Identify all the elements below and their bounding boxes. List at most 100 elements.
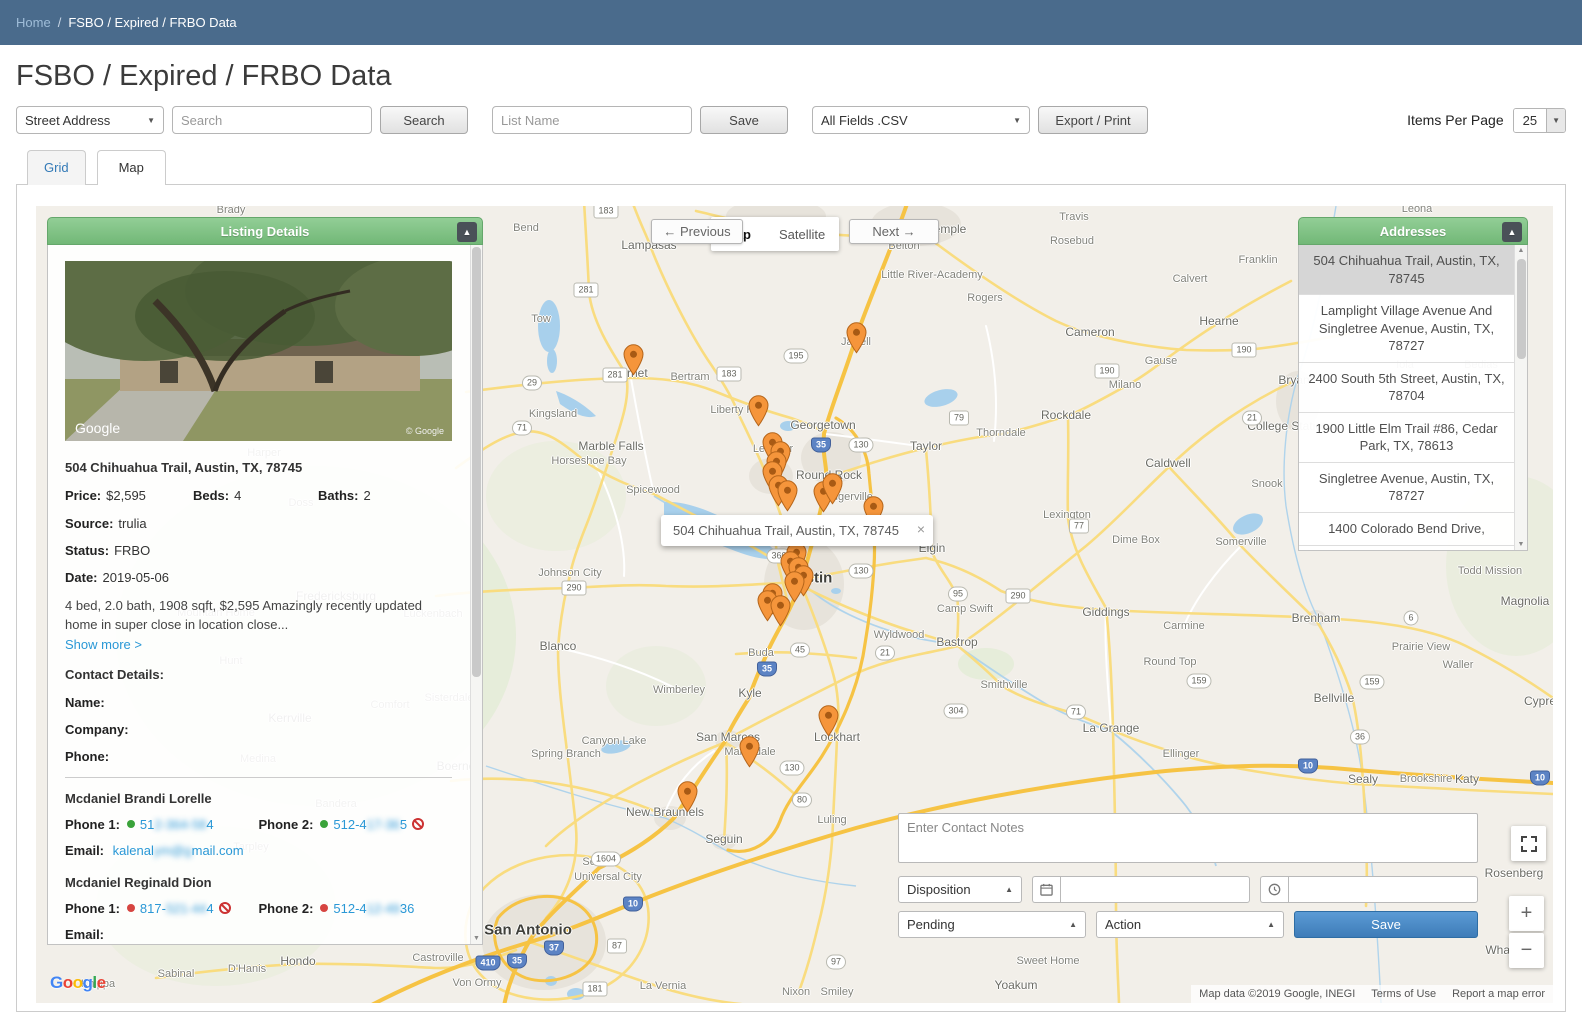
map-info-window-text: 504 Chihuahua Trail, Austin, TX, 78745 [673, 523, 899, 538]
items-per-page-value: 25 [1513, 108, 1547, 132]
addresses-header: Addresses ▲ [1298, 217, 1528, 245]
listing-scrollbar[interactable]: ▼ [470, 245, 482, 944]
listing-details-title: Listing Details [220, 223, 310, 239]
map-canvas[interactable]: Brady Bend Lampasas Temple Belton Travis Roseb… [36, 206, 1553, 1003]
contact-phone-row: Phone 1: 512-364-584 Phone 2: 512-417-36… [65, 817, 452, 832]
disposition-select-value: Disposition [907, 882, 971, 897]
google-logo: Google [50, 973, 106, 992]
export-format-select[interactable]: All Fields .CSV ▼ [812, 106, 1030, 134]
breadcrumb: Home / FSBO / Expired / FRBO Data [0, 0, 1582, 45]
address-list-item[interactable]: 2400 South 5th Street, Austin, TX, 78704 [1299, 363, 1527, 413]
date-input[interactable] [1060, 876, 1250, 903]
clock-icon[interactable] [1260, 876, 1288, 903]
next-page-button[interactable]: Next → [849, 219, 939, 244]
disposition-select[interactable]: Disposition ▲ [898, 876, 1022, 903]
map-panel: Brady Bend Lampasas Temple Belton Travis Roseb… [16, 184, 1566, 1012]
toolbar: Street Address ▼ Search Save All Fields … [16, 106, 1566, 134]
chevron-up-icon: ▲ [1005, 885, 1013, 894]
phone-number[interactable]: 817-521-444 [140, 901, 214, 916]
report-map-error-link[interactable]: Report a map error [1452, 988, 1545, 1000]
contact-name: Mcdaniel Reginald Dion [65, 874, 212, 890]
addresses-list: 504 Chihuahua Trail, Austin, TX, 78745 L… [1298, 245, 1528, 551]
do-not-call-icon [218, 902, 231, 915]
address-list-item[interactable]: 1400 Colorado Bend Drive, [1299, 513, 1527, 546]
search-input[interactable] [172, 106, 372, 134]
breadcrumb-home-link[interactable]: Home [16, 15, 51, 30]
scrollbar-thumb[interactable] [472, 247, 481, 677]
listing-stats-row: Price: $2,595 Beds: 4 Baths: 2 [65, 488, 452, 503]
phone-status-icon [320, 820, 329, 829]
listing-details-panel: Listing Details ▲ Google © Google 504 Ch… [47, 217, 483, 945]
contact-name: Mcdaniel Brandi Lorelle [65, 790, 212, 806]
listing-description: 4 bed, 2.0 bath, 1908 sqft, $2,595 Amazi… [65, 598, 423, 632]
contact-phone-row: Phone 1: 817-521-444 Phone 2: 512-412-49… [65, 901, 452, 916]
map-data-attribution: Map data ©2019 Google, INEGI [1199, 988, 1356, 1000]
scroll-down-icon[interactable]: ▼ [1515, 541, 1527, 548]
phone-status-icon [320, 904, 329, 913]
collapse-panel-icon[interactable]: ▲ [1502, 222, 1522, 242]
action-select[interactable]: Action ▲ [1096, 911, 1284, 938]
address-list-item[interactable]: 1900 Little Elm Trail #86, Cedar Park, T… [1299, 413, 1527, 463]
collapse-panel-icon[interactable]: ▲ [457, 222, 477, 242]
tab-map[interactable]: Map [96, 150, 166, 185]
calendar-icon[interactable] [1032, 876, 1060, 903]
phone-status-icon [126, 820, 135, 829]
phone-status-icon [126, 904, 135, 913]
search-button[interactable]: Search [380, 106, 468, 134]
fullscreen-button[interactable] [1511, 826, 1546, 861]
phone-number[interactable]: 512-412-4936 [333, 901, 414, 916]
addresses-scrollbar[interactable]: ▲ ▼ [1514, 245, 1527, 550]
map-marker-icon[interactable] [822, 473, 843, 505]
map-marker-icon[interactable] [677, 781, 698, 813]
export-print-button[interactable]: Export / Print [1038, 106, 1148, 134]
status-label: Status: [65, 543, 110, 558]
save-notes-button[interactable]: Save [1294, 911, 1478, 938]
map-marker-icon[interactable] [623, 344, 644, 376]
show-more-link[interactable]: Show more > [65, 637, 142, 652]
map-marker-icon[interactable] [777, 480, 798, 512]
action-select-value: Action [1105, 917, 1142, 932]
map-marker-icon[interactable] [748, 395, 769, 427]
chevron-down-icon: ▼ [147, 115, 155, 125]
map-type-satellite-button[interactable]: Satellite [765, 227, 839, 242]
contact-details-label: Contact Details: [65, 666, 164, 682]
phone1-label: Phone 1: [65, 900, 120, 916]
previous-page-button[interactable]: ← Previous [651, 219, 743, 244]
email-link[interactable]: kalenalym@gmail.com [113, 843, 244, 858]
address-list-item[interactable]: Singletree Avenue, Austin, TX, 78727 [1299, 463, 1527, 514]
baths-value: 2 [363, 488, 371, 503]
contact-phone-label: Phone: [65, 748, 110, 764]
tab-grid[interactable]: Grid [27, 150, 86, 185]
pending-select[interactable]: Pending ▲ [898, 911, 1086, 938]
close-icon[interactable]: × [917, 522, 925, 536]
map-marker-icon[interactable] [818, 705, 839, 737]
list-name-input[interactable] [492, 106, 692, 134]
zoom-in-button[interactable]: + [1509, 896, 1544, 931]
address-list-item[interactable]: Lamplight Village Avenue And Singletree … [1299, 295, 1527, 363]
price-value: $2,595 [106, 488, 146, 503]
items-per-page-select[interactable]: 25 ▼ [1512, 107, 1566, 133]
contact-notes-textarea[interactable] [898, 813, 1478, 863]
scroll-down-icon[interactable]: ▼ [471, 935, 482, 942]
photo-watermark: Google [75, 420, 120, 436]
contact-email-row: Email: kalenalym@gmail.com [65, 843, 452, 858]
terms-of-use-link[interactable]: Terms of Use [1371, 988, 1436, 1000]
source-value: trulia [118, 516, 147, 531]
map-marker-icon[interactable] [846, 322, 867, 354]
scroll-up-icon[interactable]: ▲ [1515, 247, 1527, 254]
time-input[interactable] [1288, 876, 1478, 903]
pending-select-value: Pending [907, 917, 955, 932]
listing-address: 504 Chihuahua Trail, Austin, TX, 78745 [65, 460, 303, 475]
address-list-item[interactable]: 504 Chihuahua Trail, Austin, TX, 78745 [1299, 245, 1527, 296]
phone-number[interactable]: 512-364-584 [140, 817, 214, 832]
price-label: Price: [65, 488, 102, 503]
time-input-group [1260, 876, 1478, 903]
search-field-select[interactable]: Street Address ▼ [16, 106, 164, 134]
phone-number[interactable]: 512-417-365 [333, 817, 407, 832]
save-list-button[interactable]: Save [700, 106, 788, 134]
scrollbar-thumb[interactable] [1517, 259, 1526, 359]
export-format-select-value: All Fields .CSV [821, 112, 908, 128]
zoom-out-button[interactable]: − [1509, 933, 1544, 968]
map-marker-icon[interactable] [770, 595, 791, 627]
map-marker-icon[interactable] [739, 736, 760, 768]
